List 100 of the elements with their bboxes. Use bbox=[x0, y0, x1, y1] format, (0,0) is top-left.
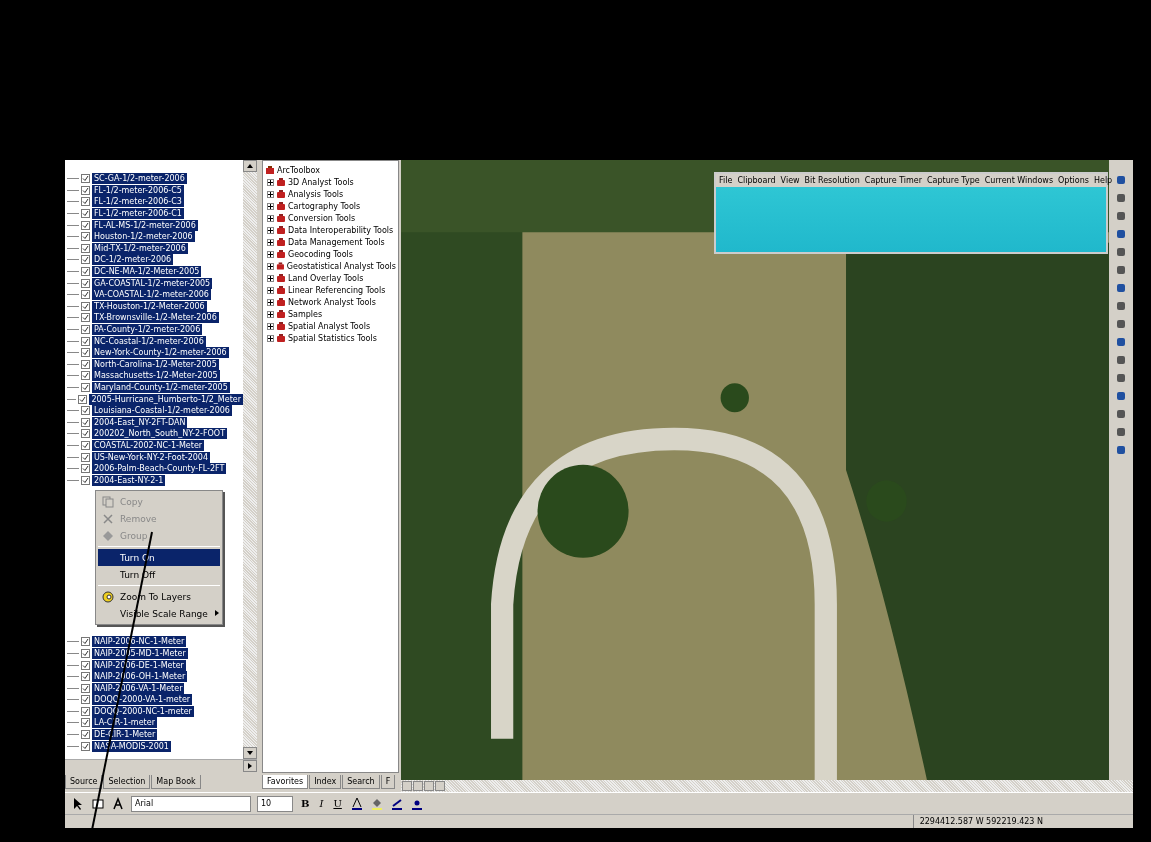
menu-item[interactable]: Capture Timer bbox=[864, 176, 922, 185]
expand-icon[interactable] bbox=[267, 274, 274, 282]
toolset-name[interactable]: 3D Analyst Tools bbox=[288, 177, 354, 187]
layer-name[interactable]: DC-NE-MA-1/2-Meter-2005 bbox=[92, 266, 202, 278]
panel-tab[interactable]: Favorites bbox=[262, 775, 309, 789]
layer-name[interactable]: Houston-1/2-meter-2006 bbox=[92, 231, 195, 243]
layer-checkbox[interactable] bbox=[81, 325, 90, 334]
tool-icon[interactable] bbox=[1115, 444, 1127, 456]
line-color-icon[interactable] bbox=[389, 796, 404, 811]
layer-name[interactable]: 2005-Hurricane_Humberto-1/2_Meter bbox=[89, 393, 243, 405]
toolset-name[interactable]: Analysis Tools bbox=[288, 189, 344, 199]
layer-name[interactable]: NAIP-2006-OH-1-Meter bbox=[92, 671, 188, 683]
layer-checkbox[interactable] bbox=[81, 209, 90, 219]
layer-name[interactable]: FL-1/2-meter-2006-C3 bbox=[92, 196, 184, 208]
expand-icon[interactable] bbox=[267, 262, 274, 270]
horizontal-scrollbar[interactable] bbox=[65, 759, 257, 773]
toolset-name[interactable]: Spatial Statistics Tools bbox=[288, 333, 377, 343]
tool-icon[interactable] bbox=[1115, 390, 1127, 402]
tool-icon[interactable] bbox=[1115, 426, 1127, 438]
font-color-icon[interactable] bbox=[349, 796, 364, 811]
toolset-name[interactable]: Spatial Analyst Tools bbox=[288, 321, 371, 331]
layer-checkbox[interactable] bbox=[81, 660, 90, 670]
expand-icon[interactable] bbox=[267, 178, 274, 186]
layer-checkbox[interactable] bbox=[81, 371, 90, 381]
tool-icon[interactable] bbox=[1115, 264, 1127, 276]
layer-name[interactable]: TX-Houston-1/2-Meter-2006 bbox=[92, 300, 207, 312]
menu-item[interactable]: Current Windows bbox=[984, 176, 1054, 185]
tool-icon[interactable] bbox=[1115, 300, 1127, 312]
layer-name[interactable]: 2004-East_NY-2FT-DAN bbox=[92, 416, 188, 428]
menu-item[interactable]: Bit Resolution bbox=[804, 176, 860, 185]
tool-icon[interactable] bbox=[1115, 318, 1127, 330]
layer-checkbox[interactable] bbox=[81, 440, 90, 450]
expand-icon[interactable] bbox=[267, 298, 274, 306]
tool-icon[interactable] bbox=[1115, 408, 1127, 420]
toolset-name[interactable]: Geocoding Tools bbox=[288, 249, 353, 259]
layer-checkbox[interactable] bbox=[81, 220, 90, 230]
layer-checkbox[interactable] bbox=[81, 452, 90, 462]
panel-tab[interactable]: Map Book bbox=[151, 775, 201, 789]
layer-name[interactable]: Mid-TX-1/2-meter-2006 bbox=[92, 242, 188, 254]
layer-checkbox[interactable] bbox=[81, 336, 90, 346]
panel-tab[interactable]: Search bbox=[342, 775, 380, 789]
text-style-button[interactable]: U bbox=[331, 798, 344, 809]
layer-checkbox[interactable] bbox=[81, 301, 90, 311]
layer-name[interactable]: Louisiana-Coastal-1/2-meter-2006 bbox=[92, 405, 232, 417]
layer-checkbox[interactable] bbox=[81, 637, 90, 647]
tool-icon[interactable] bbox=[1115, 354, 1127, 366]
layer-name[interactable]: Massachusetts-1/2-Meter-2005 bbox=[92, 370, 220, 382]
layer-checkbox[interactable] bbox=[81, 267, 90, 277]
layer-checkbox[interactable] bbox=[81, 429, 90, 439]
expand-icon[interactable] bbox=[267, 238, 274, 246]
layer-name[interactable]: DE-CIR-1-Meter bbox=[92, 729, 158, 741]
font-size-dropdown[interactable]: 10 bbox=[257, 795, 293, 812]
toolset-name[interactable]: Samples bbox=[288, 309, 323, 319]
expand-icon[interactable] bbox=[267, 226, 274, 234]
layer-name[interactable]: VA-COASTAL-1/2-meter-2006 bbox=[92, 289, 211, 301]
map-scrollbar[interactable] bbox=[401, 780, 1133, 792]
layer-name[interactable]: TX-Brownsville-1/2-Meter-2006 bbox=[92, 312, 219, 324]
layer-checkbox[interactable] bbox=[81, 741, 90, 751]
layer-name[interactable]: NC-Coastal-1/2-meter-2006 bbox=[92, 335, 206, 347]
layer-checkbox[interactable] bbox=[81, 475, 90, 485]
layer-name[interactable]: 2004-East-NY-2-1 bbox=[92, 474, 166, 486]
expand-icon[interactable] bbox=[267, 190, 274, 198]
toolset-name[interactable]: Data Interoperability Tools bbox=[288, 225, 394, 235]
toolbox-root[interactable]: ArcToolbox bbox=[277, 165, 320, 175]
layer-name[interactable]: GA-COASTAL-1/2-meter-2005 bbox=[92, 277, 213, 289]
layer-name[interactable]: FL-1/2-meter-2006-C1 bbox=[92, 208, 184, 220]
layer-name[interactable]: NAIP-2006-VA-1-Meter bbox=[92, 682, 185, 694]
layer-checkbox[interactable] bbox=[81, 406, 90, 416]
menu-item[interactable]: Clipboard bbox=[737, 176, 776, 185]
layer-name[interactable]: PA-County-1/2-meter-2006 bbox=[92, 324, 203, 335]
layer-name[interactable]: Maryland-County-1/2-meter-2005 bbox=[92, 382, 230, 393]
toolset-name[interactable]: Data Management Tools bbox=[288, 237, 385, 247]
layer-name[interactable]: DOQQ-2000-NC-1-meter bbox=[92, 705, 194, 717]
panel-tab[interactable]: Index bbox=[309, 775, 342, 789]
toolset-name[interactable]: Network Analyst Tools bbox=[288, 297, 376, 307]
expand-icon[interactable] bbox=[267, 214, 274, 222]
tool-icon[interactable] bbox=[1115, 246, 1127, 258]
expand-icon[interactable] bbox=[267, 202, 274, 210]
font-dropdown[interactable]: Arial bbox=[131, 795, 251, 812]
tool-icon[interactable] bbox=[1115, 282, 1127, 294]
layer-checkbox[interactable] bbox=[78, 394, 88, 404]
layer-checkbox[interactable] bbox=[81, 648, 90, 658]
menu-item[interactable]: View bbox=[780, 176, 800, 185]
text-style-button[interactable]: B bbox=[299, 798, 312, 809]
rectangle-icon[interactable] bbox=[91, 796, 105, 811]
layer-checkbox[interactable] bbox=[81, 197, 90, 207]
tool-icon[interactable] bbox=[1115, 372, 1127, 384]
tool-icon[interactable] bbox=[1115, 174, 1127, 186]
layer-checkbox[interactable] bbox=[81, 672, 90, 682]
layer-name[interactable]: New-York-County-1/2-meter-2006 bbox=[92, 347, 229, 359]
panel-tab[interactable]: Selection bbox=[103, 775, 151, 789]
panel-tab[interactable]: F bbox=[380, 775, 396, 789]
expand-icon[interactable] bbox=[267, 310, 274, 318]
layer-checkbox[interactable] bbox=[81, 464, 90, 474]
layer-name[interactable]: LA-CIR-1-meter bbox=[92, 717, 157, 729]
layer-checkbox[interactable] bbox=[81, 718, 90, 728]
layer-name[interactable]: 2006-Palm-Beach-County-FL-2FT bbox=[92, 463, 227, 475]
layer-name[interactable]: DC-1/2-meter-2006 bbox=[92, 254, 174, 266]
toolset-name[interactable]: Geostatistical Analyst Tools bbox=[286, 261, 396, 271]
layer-checkbox[interactable] bbox=[81, 313, 90, 323]
